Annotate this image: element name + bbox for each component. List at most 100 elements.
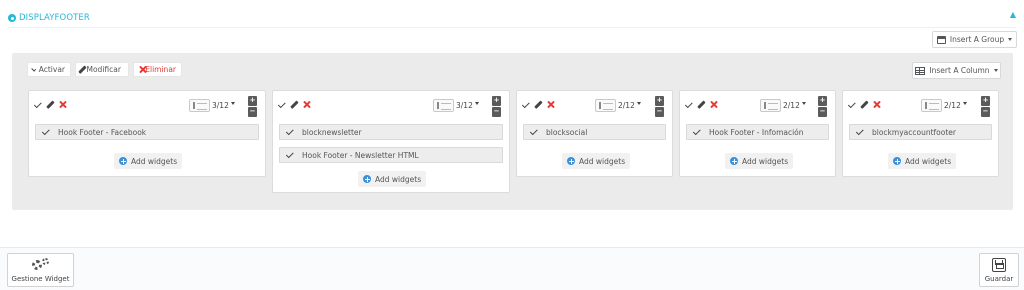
check-icon bbox=[692, 127, 701, 136]
widget-label: Hook Footer - Facebook bbox=[58, 127, 147, 137]
delete-icon[interactable] bbox=[303, 101, 311, 109]
decrease-width-button[interactable]: − bbox=[818, 107, 827, 117]
column-width-select[interactable]: 2/12 bbox=[760, 98, 806, 113]
chevron-down-icon bbox=[993, 69, 998, 72]
delete-button[interactable]: Eliminar bbox=[133, 62, 182, 77]
delete-icon[interactable] bbox=[710, 101, 718, 109]
column-width-value: 3/12 bbox=[212, 101, 229, 110]
check-icon bbox=[41, 127, 50, 136]
column-width-value: 3/12 bbox=[456, 101, 473, 110]
activate-button[interactable]: Activar bbox=[27, 62, 71, 77]
save-label: Guardar bbox=[984, 274, 1014, 283]
cogs-icon bbox=[31, 257, 50, 272]
decrease-width-button[interactable]: − bbox=[492, 107, 501, 117]
column-card: 2/12 + − blocksocial Add widgets bbox=[516, 90, 673, 177]
section-title: DISPLAYFOOTER bbox=[19, 13, 90, 23]
add-widgets-label: Add widgets bbox=[579, 156, 626, 166]
column-width-icon bbox=[595, 99, 616, 112]
delete-icon[interactable] bbox=[59, 101, 67, 109]
pencil-icon[interactable] bbox=[290, 100, 299, 109]
plus-circle-icon bbox=[119, 157, 127, 165]
section-header: DISPLAYFOOTER bbox=[8, 11, 90, 25]
column-tools bbox=[684, 99, 718, 109]
divider bbox=[8, 27, 1016, 28]
column-width-stepper[interactable]: + − bbox=[818, 96, 827, 117]
add-widgets-button[interactable]: Add widgets bbox=[358, 171, 427, 187]
delete-label: Eliminar bbox=[145, 65, 176, 74]
pencil-icon[interactable] bbox=[860, 100, 869, 109]
increase-width-button[interactable]: + bbox=[492, 96, 501, 106]
widget-item[interactable]: blocknewsletter bbox=[279, 124, 503, 140]
modify-button[interactable]: Modificar bbox=[75, 62, 129, 77]
check-icon[interactable] bbox=[33, 99, 42, 108]
check-icon[interactable] bbox=[684, 99, 693, 108]
add-widgets-button[interactable]: Add widgets bbox=[114, 153, 183, 169]
column-card: 3/12 + − Hook Footer - Facebook Add widg… bbox=[28, 90, 266, 177]
check-icon bbox=[529, 127, 538, 136]
plus-circle-icon bbox=[893, 157, 901, 165]
column-tools bbox=[847, 99, 881, 109]
cog-icon bbox=[8, 14, 16, 22]
widget-label: blocknewsletter bbox=[302, 127, 362, 137]
check-icon[interactable] bbox=[521, 99, 530, 108]
column-width-select[interactable]: 3/12 bbox=[189, 98, 235, 113]
pencil-icon[interactable] bbox=[697, 100, 706, 109]
check-icon bbox=[31, 66, 37, 72]
add-widgets-button[interactable]: Add widgets bbox=[725, 153, 794, 169]
widget-item[interactable]: Hook Footer - Infomación bbox=[686, 124, 829, 140]
insert-group-label: Insert A Group bbox=[949, 35, 1005, 44]
manage-widget-button[interactable]: Gestione Widget bbox=[7, 253, 74, 287]
delete-icon[interactable] bbox=[547, 101, 555, 109]
column-card: 2/12 + − Hook Footer - Infomación Add wi… bbox=[679, 90, 836, 177]
column-tools bbox=[521, 99, 555, 109]
check-icon bbox=[855, 127, 864, 136]
insert-group-button[interactable]: Insert A Group bbox=[932, 31, 1017, 48]
column-width-icon bbox=[760, 99, 781, 112]
decrease-width-button[interactable]: − bbox=[655, 107, 664, 117]
widget-item[interactable]: Hook Footer - Facebook bbox=[35, 124, 259, 140]
column-width-stepper[interactable]: + − bbox=[981, 96, 990, 117]
group-icon bbox=[936, 35, 946, 44]
increase-width-button[interactable]: + bbox=[655, 96, 664, 106]
increase-width-button[interactable]: + bbox=[818, 96, 827, 106]
column-width-select[interactable]: 2/12 bbox=[595, 98, 641, 113]
add-widgets-button[interactable]: Add widgets bbox=[562, 153, 631, 169]
column-width-select[interactable]: 3/12 bbox=[433, 98, 479, 113]
add-widgets-button[interactable]: Add widgets bbox=[888, 153, 957, 169]
decrease-width-button[interactable]: − bbox=[981, 107, 990, 117]
column-width-icon bbox=[921, 99, 942, 112]
plus-circle-icon bbox=[730, 157, 738, 165]
save-button[interactable]: Guardar bbox=[979, 253, 1019, 287]
pencil-icon[interactable] bbox=[534, 100, 543, 109]
modify-label: Modificar bbox=[86, 65, 121, 74]
check-icon[interactable] bbox=[847, 99, 856, 108]
chevron-down-icon bbox=[1008, 38, 1013, 41]
chevron-down-icon bbox=[962, 102, 967, 105]
add-widgets-label: Add widgets bbox=[375, 174, 422, 184]
increase-width-button[interactable]: + bbox=[981, 96, 990, 106]
chevron-down-icon bbox=[474, 102, 479, 105]
column-width-stepper[interactable]: + − bbox=[248, 96, 257, 117]
plus-circle-icon bbox=[363, 175, 371, 183]
save-icon bbox=[992, 257, 1006, 272]
decrease-width-button[interactable]: − bbox=[248, 107, 257, 117]
widget-label: Hook Footer - Infomación bbox=[709, 127, 804, 137]
pencil-icon[interactable] bbox=[46, 100, 55, 109]
insert-column-label: Insert A Column bbox=[929, 66, 990, 75]
check-icon[interactable] bbox=[277, 99, 286, 108]
insert-column-button[interactable]: Insert A Column bbox=[912, 62, 1001, 79]
column-width-value: 2/12 bbox=[783, 101, 800, 110]
widget-item[interactable]: blocksocial bbox=[523, 124, 666, 140]
collapse-caret-icon[interactable]: ▲ bbox=[1010, 10, 1016, 19]
column-width-stepper[interactable]: + − bbox=[492, 96, 501, 117]
widget-item[interactable]: blockmyaccountfooter bbox=[849, 124, 992, 140]
increase-width-button[interactable]: + bbox=[248, 96, 257, 106]
column-width-value: 2/12 bbox=[618, 101, 635, 110]
column-tools bbox=[33, 99, 67, 109]
chevron-down-icon bbox=[636, 102, 641, 105]
column-width-stepper[interactable]: + − bbox=[655, 96, 664, 117]
delete-icon[interactable] bbox=[873, 101, 881, 109]
page: DISPLAYFOOTER ▲ Insert A Group Activar M… bbox=[0, 0, 1024, 290]
column-width-select[interactable]: 2/12 bbox=[921, 98, 967, 113]
widget-item[interactable]: Hook Footer - Newsletter HTML bbox=[279, 147, 503, 163]
